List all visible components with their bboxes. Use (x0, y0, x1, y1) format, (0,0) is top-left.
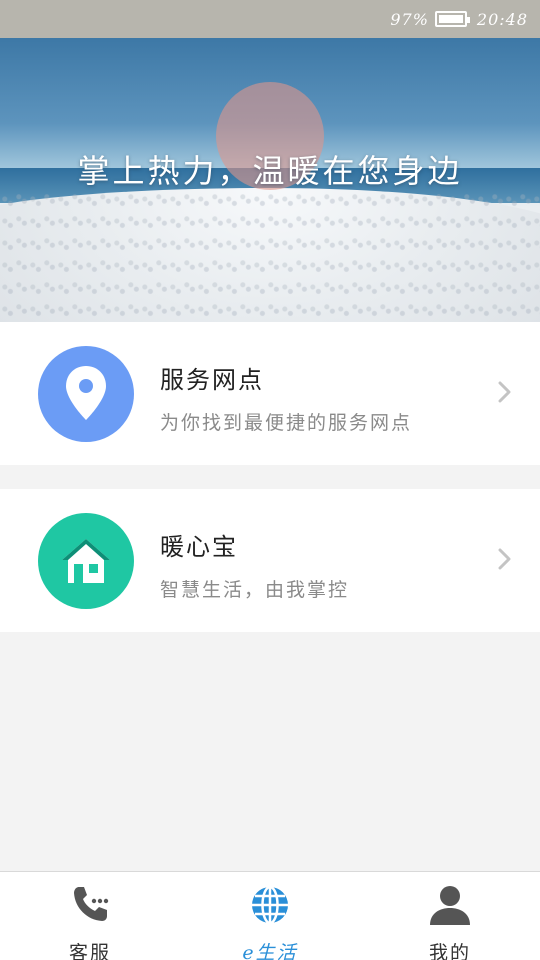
chevron-right-icon (498, 381, 511, 403)
status-bar: 97% 20:48 (0, 0, 540, 38)
service-outlets-title: 服务网点 (160, 366, 264, 394)
warm-heart-card[interactable]: 暖心宝 智慧生活，由我掌控 (0, 489, 540, 632)
nav-item-mine[interactable]: 我的 (360, 872, 540, 960)
nav-label-e-life: e生活 (242, 942, 298, 960)
battery-percent: 97% (390, 9, 429, 29)
location-pin-icon (38, 346, 134, 442)
clock: 20:48 (476, 9, 528, 29)
nav-label-mine: 我的 (428, 942, 471, 960)
globe-icon (248, 884, 292, 926)
banner-snow (0, 188, 540, 322)
warm-heart-title: 暖心宝 (160, 533, 238, 561)
nav-item-e-life[interactable]: e生活 (180, 872, 360, 960)
house-icon (38, 513, 134, 609)
banner-slogan: 掌上热力，温暖在您身边 (77, 152, 463, 190)
hero-banner[interactable]: 掌上热力，温暖在您身边 (0, 38, 540, 322)
nav-label-customer-service: 客服 (68, 942, 111, 960)
chevron-right-icon (498, 548, 511, 570)
bottom-navigation: 客服 e生活 我的 (0, 871, 540, 960)
person-icon (428, 884, 472, 926)
battery-icon (434, 11, 470, 27)
service-outlets-card[interactable]: 服务网点 为你找到最便捷的服务网点 (0, 322, 540, 465)
phone-icon (68, 884, 112, 926)
nav-item-customer-service[interactable]: 客服 (0, 872, 180, 960)
warm-heart-subtitle: 智慧生活，由我掌控 (160, 579, 350, 601)
service-outlets-subtitle: 为你找到最便捷的服务网点 (160, 412, 413, 434)
